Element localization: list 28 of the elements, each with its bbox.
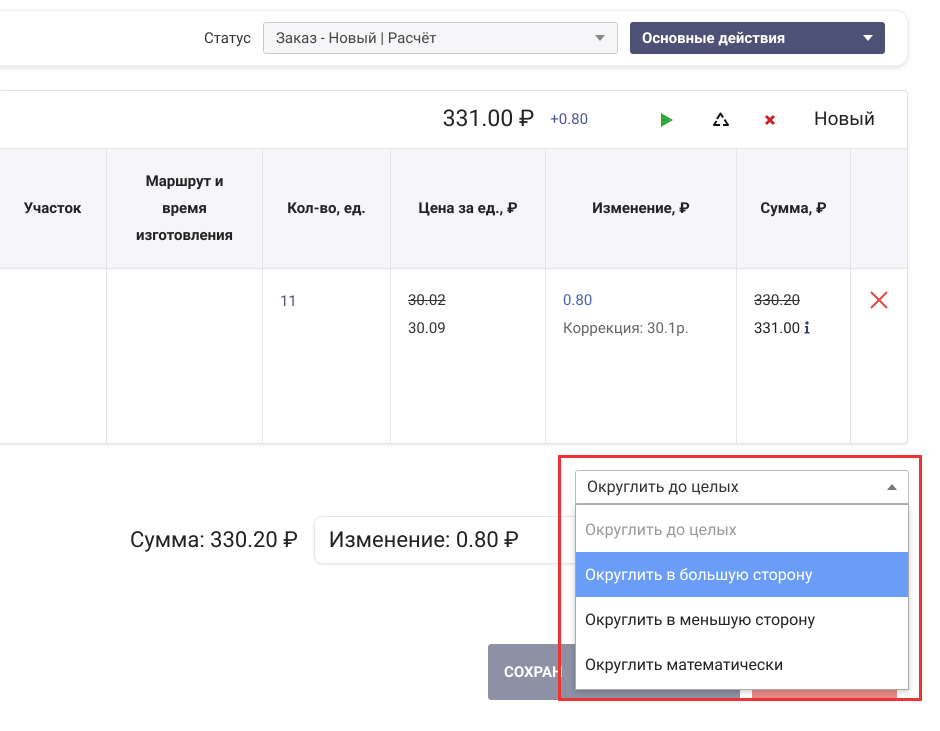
old-sum: 330.20 (754, 290, 800, 311)
actions-button[interactable]: Основные действия (630, 22, 885, 54)
info-icon[interactable] (804, 321, 810, 334)
rounding-option[interactable]: Округлить в меньшую сторону (576, 597, 908, 642)
sum-total: Сумма: 330.20 ₽ (130, 526, 298, 554)
delete-icon[interactable] (870, 291, 888, 309)
column-header: Участок (24, 198, 82, 219)
change-value: 0.80 (563, 290, 592, 311)
quantity-cell: 11 (280, 292, 297, 310)
rounding-select[interactable]: Округлить до целых (575, 470, 909, 504)
old-price: 30.02 (408, 290, 446, 311)
order-total: 331.00 ₽ (442, 104, 534, 134)
order-delta: +0.80 (550, 109, 588, 130)
status-label: Статус (204, 28, 251, 49)
column-header: Изменение, ₽ (592, 198, 690, 219)
close-icon[interactable] (764, 114, 776, 126)
correction-note: Коррекция: 30.1р. (563, 318, 689, 338)
order-state: Новый (814, 106, 875, 132)
column-header: Цена за ед., ₽ (418, 198, 518, 219)
column-header: Маршрут и время изготовления (135, 171, 234, 246)
new-sum: 331.00 (754, 318, 800, 338)
rounding-option[interactable]: Округлить математически (576, 642, 908, 687)
new-price: 30.09 (408, 318, 446, 338)
column-header: Кол-во, ед. (287, 198, 366, 219)
recycle-icon[interactable] (712, 110, 730, 128)
play-icon[interactable] (660, 112, 674, 128)
status-select[interactable]: Заказ - Новый | Расчёт (263, 22, 618, 54)
column-header: Сумма, ₽ (760, 198, 827, 219)
